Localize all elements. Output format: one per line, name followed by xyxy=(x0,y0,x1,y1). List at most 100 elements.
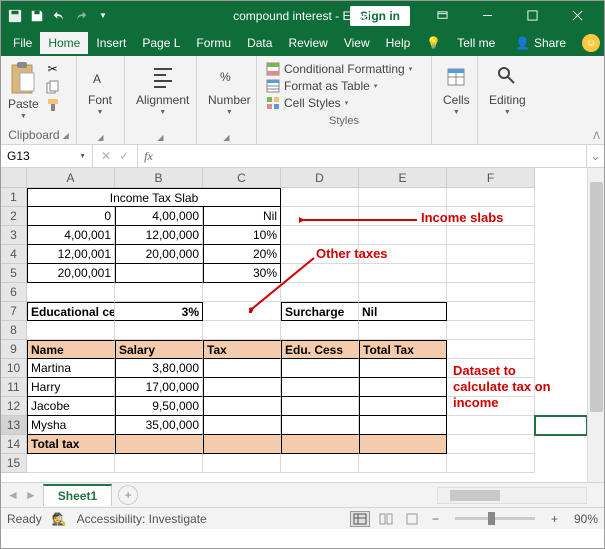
tab-home[interactable]: Home xyxy=(40,32,88,54)
horizontal-scrollbar[interactable] xyxy=(437,487,587,504)
cell[interactable] xyxy=(115,264,203,283)
enter-formula-icon[interactable]: ✓ xyxy=(119,149,129,163)
cells-group-button[interactable]: Cells▼ xyxy=(437,59,476,118)
editing-group-button[interactable]: Editing▼ xyxy=(483,59,532,118)
fx-icon[interactable]: fx xyxy=(137,145,159,167)
row-header[interactable]: 7 xyxy=(1,302,27,321)
zoom-slider[interactable] xyxy=(455,517,535,520)
alignment-group-button[interactable]: Alignment▼ xyxy=(130,59,195,118)
row-header[interactable]: 14 xyxy=(1,435,27,454)
zoom-level[interactable]: 90% xyxy=(574,512,598,526)
row-header[interactable]: 13 xyxy=(1,416,27,435)
cell[interactable]: 4,00,000 xyxy=(115,207,203,226)
ribbon-options-icon[interactable] xyxy=(420,1,465,30)
page-break-view-icon[interactable] xyxy=(402,511,422,527)
feedback-icon[interactable]: ☺ xyxy=(582,34,600,52)
cell[interactable]: 17,00,000 xyxy=(115,378,203,397)
cell[interactable]: 3% xyxy=(115,302,203,321)
cancel-formula-icon[interactable]: ✕ xyxy=(101,149,111,163)
row-header[interactable]: 6 xyxy=(1,283,27,302)
cut-icon[interactable]: ✂ xyxy=(44,61,62,77)
font-group-button[interactable]: AFont▼ xyxy=(82,59,118,118)
cell[interactable]: 10% xyxy=(203,226,281,245)
zoom-out-button[interactable]: − xyxy=(428,512,443,526)
tab-nav-next-icon[interactable]: ► xyxy=(25,488,37,502)
cell[interactable]: 9,50,000 xyxy=(115,397,203,416)
font-launcher-icon[interactable]: ◢ xyxy=(97,133,103,142)
number-group-button[interactable]: %Number▼ xyxy=(202,59,257,118)
row-header[interactable]: 2 xyxy=(1,207,27,226)
format-as-table-button[interactable]: Format as Table▾ xyxy=(266,78,422,94)
sheet-tab-sheet1[interactable]: Sheet1 xyxy=(43,484,112,506)
format-painter-icon[interactable] xyxy=(44,97,62,113)
close-button[interactable] xyxy=(555,1,600,30)
cell[interactable]: 20,00,000 xyxy=(115,245,203,264)
cell[interactable]: Total tax xyxy=(27,435,115,454)
row-header[interactable]: 11 xyxy=(1,378,27,397)
row-header[interactable]: 1 xyxy=(1,188,27,207)
cell[interactable]: Edu. Cess xyxy=(281,340,359,359)
accessibility-icon[interactable]: 🕵 xyxy=(52,512,67,526)
row-header[interactable]: 8 xyxy=(1,321,27,340)
expand-formula-bar-icon[interactable]: ⌄ xyxy=(586,145,604,167)
tell-me[interactable]: Tell me xyxy=(449,32,503,54)
cell[interactable]: 20,00,001 xyxy=(27,264,115,283)
col-header-e[interactable]: E xyxy=(359,168,447,188)
tab-file[interactable]: File xyxy=(5,32,40,54)
cell-styles-button[interactable]: Cell Styles▾ xyxy=(266,95,422,111)
page-layout-view-icon[interactable] xyxy=(376,511,396,527)
tab-help[interactable]: Help xyxy=(378,32,419,54)
row-header[interactable]: 15 xyxy=(1,454,27,473)
select-all-corner[interactable] xyxy=(1,168,27,188)
cell[interactable]: Educational cess xyxy=(27,302,115,321)
cell[interactable]: 12,00,000 xyxy=(115,226,203,245)
cell[interactable]: Income Tax Slab xyxy=(27,188,281,207)
tab-data[interactable]: Data xyxy=(239,32,280,54)
zoom-in-button[interactable]: + xyxy=(547,512,562,526)
vertical-scrollbar[interactable] xyxy=(587,168,604,482)
cell[interactable]: 20% xyxy=(203,245,281,264)
cell[interactable]: Salary xyxy=(115,340,203,359)
row-header[interactable]: 12 xyxy=(1,397,27,416)
tab-page-layout[interactable]: Page L xyxy=(134,32,188,54)
cell[interactable]: Jacobe xyxy=(27,397,115,416)
row-header[interactable]: 4 xyxy=(1,245,27,264)
normal-view-icon[interactable] xyxy=(350,511,370,527)
number-launcher-icon[interactable]: ◢ xyxy=(223,133,229,142)
cell[interactable]: Tax xyxy=(203,340,281,359)
cell[interactable]: 0 xyxy=(27,207,115,226)
paste-button[interactable]: Paste▼ xyxy=(6,59,41,122)
clipboard-launcher-icon[interactable]: ◢ xyxy=(63,131,69,140)
sign-in-button[interactable]: Sign in xyxy=(350,6,410,26)
col-header-b[interactable]: B xyxy=(115,168,203,188)
tab-view[interactable]: View xyxy=(336,32,378,54)
tab-review[interactable]: Review xyxy=(280,32,335,54)
new-sheet-button[interactable]: + xyxy=(118,485,138,505)
redo-icon[interactable] xyxy=(71,6,91,26)
tell-me-bulb-icon[interactable]: 💡 xyxy=(418,32,449,54)
tab-nav-prev-icon[interactable]: ◄ xyxy=(7,488,19,502)
cell[interactable]: Surcharge xyxy=(281,302,359,321)
copy-icon[interactable] xyxy=(44,79,62,95)
row-header[interactable]: 9 xyxy=(1,340,27,359)
cell[interactable]: Nil xyxy=(203,207,281,226)
cell[interactable]: 30% xyxy=(203,264,281,283)
collapse-ribbon-icon[interactable]: ᐱ xyxy=(593,131,600,142)
undo-icon[interactable] xyxy=(49,6,69,26)
qat-customize-icon[interactable]: ▼ xyxy=(93,6,113,26)
autosave-icon[interactable] xyxy=(5,6,25,26)
cell[interactable]: Harry xyxy=(27,378,115,397)
share-button[interactable]: 👤Share xyxy=(507,36,574,50)
cell[interactable]: 3,80,000 xyxy=(115,359,203,378)
col-header-f[interactable]: F xyxy=(447,168,535,188)
col-header-c[interactable]: C xyxy=(203,168,281,188)
cell[interactable]: 35,00,000 xyxy=(115,416,203,435)
cell[interactable]: Martina xyxy=(27,359,115,378)
cell[interactable]: Nil xyxy=(359,302,447,321)
tab-insert[interactable]: Insert xyxy=(88,32,134,54)
col-header-a[interactable]: A xyxy=(27,168,115,188)
cell[interactable]: 4,00,001 xyxy=(27,226,115,245)
minimize-button[interactable] xyxy=(465,1,510,30)
row-header[interactable]: 3 xyxy=(1,226,27,245)
cell[interactable]: 12,00,001 xyxy=(27,245,115,264)
